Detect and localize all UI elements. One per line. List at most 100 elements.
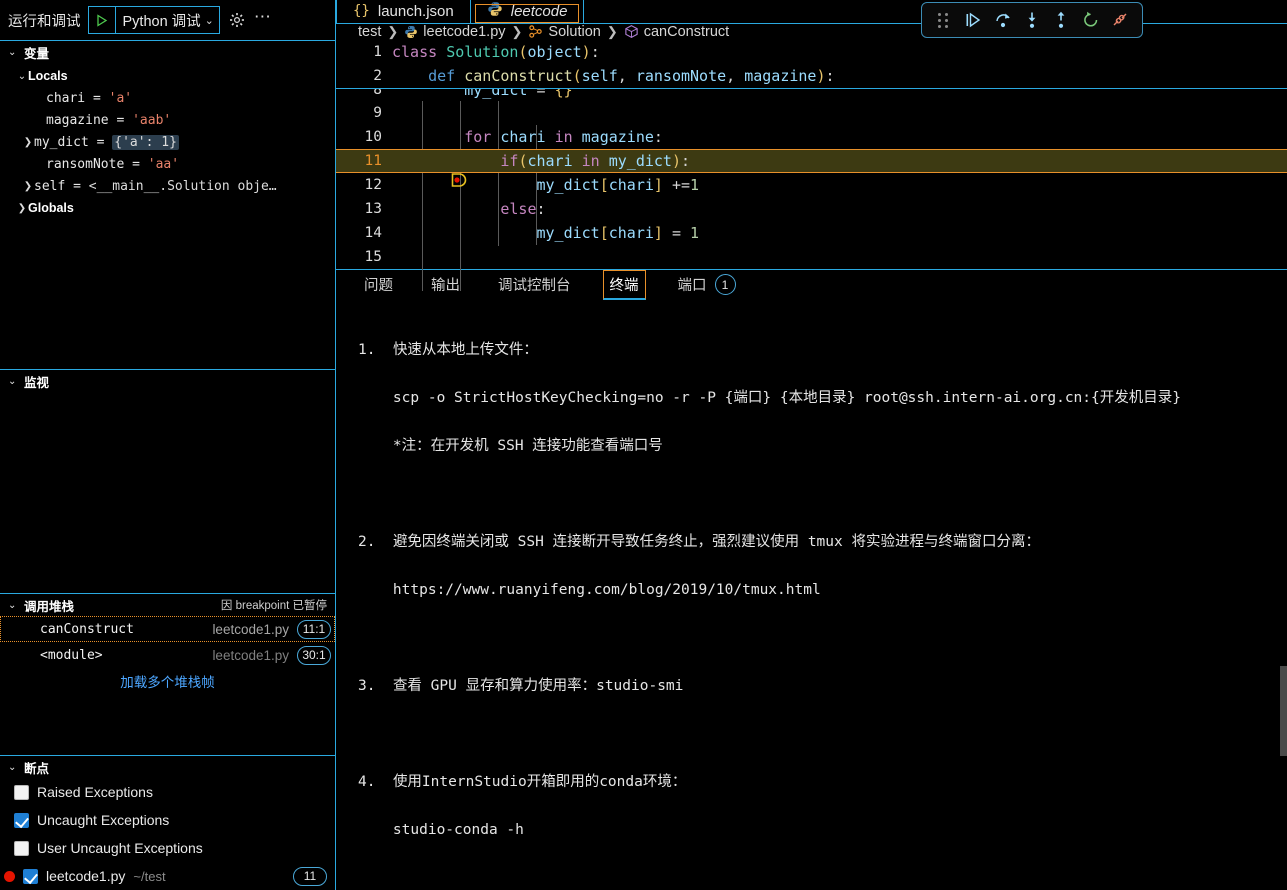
chevron-right-icon: ❯ — [511, 23, 523, 39]
callstack-frame[interactable]: <module> leetcode1.py 30:1 — [0, 642, 335, 668]
panel-tab-label: 终端 — [609, 277, 639, 294]
launch-configuration-label[interactable]: Python 调试 — [116, 10, 205, 31]
chevron-right-icon[interactable]: ❯ — [22, 181, 34, 192]
code-line[interactable]: 2 def canConstruct(self, ransomNote, mag… — [336, 64, 1287, 88]
breadcrumb-item-folder[interactable]: test — [358, 24, 381, 40]
code-line[interactable]: 10 for chari in magazine: — [336, 125, 1287, 149]
debug-toolbar[interactable] — [921, 2, 1143, 38]
line-content: if(chari in my_dict): — [500, 151, 691, 170]
chevron-down-icon[interactable]: ⌄ — [8, 762, 18, 773]
panel-tab-problems[interactable]: 问题 — [358, 270, 399, 299]
watch-list[interactable] — [0, 392, 335, 547]
breakpoints-section-header[interactable]: ⌄ 断点 — [0, 756, 335, 778]
breadcrumb-item-class[interactable]: Solution — [528, 24, 601, 40]
variable-name: chari — [46, 90, 86, 106]
chevron-down-icon[interactable]: ⌄ — [205, 14, 219, 27]
disconnect-button[interactable] — [1107, 6, 1134, 34]
checkbox[interactable] — [23, 868, 38, 884]
variable-row[interactable]: ❯ my_dict = {'a': 1} — [0, 131, 335, 153]
terminal-line: https://www.ruanyifeng.com/blog/2019/10/… — [392, 581, 821, 598]
tab-leetcode[interactable]: leetcode — [471, 0, 585, 23]
breakpoint-item-uncaught-exceptions[interactable]: Uncaught Exceptions — [0, 806, 335, 834]
checkbox[interactable] — [14, 840, 29, 856]
checkbox[interactable] — [14, 812, 29, 828]
breakpoint-label: Raised Exceptions — [37, 784, 153, 800]
ports-badge: 1 — [714, 274, 736, 296]
python-icon — [404, 25, 418, 39]
breakpoint-item-file[interactable]: leetcode1.py ~/test 11 — [0, 862, 335, 890]
ellipsis-icon[interactable]: ⋯ — [254, 7, 272, 33]
chevron-down-icon[interactable]: ⌄ — [8, 47, 18, 58]
variable-name: self — [34, 178, 66, 194]
step-over-button[interactable] — [989, 6, 1016, 34]
step-out-button[interactable] — [1048, 6, 1075, 34]
breakpoint-line-badge: 11 — [293, 866, 327, 886]
tab-label: launch.json — [377, 2, 454, 20]
code-line[interactable]: 13 else: — [336, 197, 1287, 221]
chevron-right-icon[interactable]: ❯ — [22, 137, 34, 148]
chevron-right-icon: ❯ — [606, 23, 618, 39]
terminal-line: studio-conda -h — [392, 821, 524, 838]
editor-scrollbar[interactable] — [1280, 46, 1287, 890]
load-more-stack-frames-link[interactable]: 加载多个堆栈帧 — [0, 668, 335, 691]
variable-row[interactable]: chari = 'a' — [0, 87, 335, 109]
clipped-code-line: 8 my_dict = {} — [336, 89, 1287, 101]
code-lines[interactable]: 9 10 for chari in magazine: 11 if(chari … — [336, 100, 1287, 291]
breakpoint-arrow-icon[interactable] — [342, 153, 467, 187]
variable-row[interactable]: ransomNote = 'aa' — [0, 153, 335, 175]
breadcrumb: test ❯ leetcode1.py ❯ Solution ❯ canCons… — [336, 24, 1287, 40]
breakpoint-path: ~/test — [133, 868, 166, 884]
chevron-down-icon[interactable]: ⌄ — [16, 71, 28, 82]
breakpoint-label: User Uncaught Exceptions — [37, 840, 203, 856]
step-into-button[interactable] — [1018, 6, 1045, 34]
code-line[interactable]: 15 — [336, 245, 1287, 269]
breadcrumb-item-method[interactable]: canConstruct — [624, 24, 729, 40]
drag-handle[interactable] — [930, 6, 957, 34]
continue-button[interactable] — [959, 6, 986, 34]
code-line[interactable]: 1 class Solution(object): — [336, 40, 1287, 64]
code-line[interactable]: 12 my_dict[chari] +=1 — [336, 173, 1287, 197]
launch-configuration-select[interactable]: Python 调试 ⌄ — [87, 6, 220, 34]
scrollbar-thumb[interactable] — [1280, 666, 1287, 756]
variable-value[interactable]: {'a': 1} — [112, 134, 179, 150]
callstack-section: ⌄ 调用堆栈 因 breakpoint 已暂停 canConstruct lee… — [0, 593, 335, 755]
terminal-output[interactable]: 1. 快速从本地上传文件： scp -o StrictHostKeyChecki… — [336, 300, 1287, 890]
panel-tab-debug-console[interactable]: 调试控制台 — [492, 270, 577, 299]
checkbox[interactable] — [14, 784, 29, 800]
variable-row[interactable]: magazine = 'aab' — [0, 109, 335, 131]
breakpoint-item-raised-exceptions[interactable]: Raised Exceptions — [0, 778, 335, 806]
tab-launch-json[interactable]: {} launch.json — [336, 0, 471, 23]
restart-button[interactable] — [1077, 6, 1104, 34]
variables-scope-globals[interactable]: ❯ Globals — [0, 197, 335, 219]
callstack-frame[interactable]: canConstruct leetcode1.py 11:1 — [0, 616, 335, 642]
class-icon — [528, 24, 543, 39]
variables-scope-locals[interactable]: ⌄ Locals — [0, 65, 335, 87]
code-line[interactable]: 9 — [336, 101, 1287, 125]
watch-section-header[interactable]: ⌄ 监视 — [0, 370, 335, 392]
chevron-down-icon[interactable]: ⌄ — [8, 376, 18, 387]
line-number: 12 — [364, 176, 382, 193]
terminal-line: 3. 查看 GPU 显存和算力使用率：studio-smi — [358, 677, 684, 694]
code-line[interactable]: 14 my_dict[chari] = 1 — [336, 221, 1287, 245]
run-and-debug-header: 运行和调试 Python 调试 ⌄ ⋯ — [0, 0, 335, 40]
chevron-down-icon[interactable]: ⌄ — [8, 600, 18, 611]
code-line-current[interactable]: 11 if(chari in my_dict): — [336, 148, 1287, 187]
panel-tab-output[interactable]: 输出 — [425, 270, 466, 299]
variable-row[interactable]: ❯ self = <__main__.Solution obje… — [0, 175, 335, 197]
gear-icon[interactable] — [227, 12, 247, 28]
variables-section-header[interactable]: ⌄ 变量 — [0, 41, 335, 63]
chevron-right-icon[interactable]: ❯ — [16, 203, 28, 214]
start-debugging-icon[interactable] — [89, 7, 116, 33]
line-content: class Solution(object): — [392, 42, 600, 61]
terminal-line: 4. 使用InternStudio开箱即用的conda环境： — [358, 773, 687, 790]
panel-tab-label: 输出 — [431, 278, 460, 295]
breakpoint-item-user-uncaught-exceptions[interactable]: User Uncaught Exceptions — [0, 834, 335, 862]
breadcrumb-item-file[interactable]: leetcode1.py — [404, 24, 506, 40]
variable-name: my_dict — [34, 134, 89, 150]
panel-tab-ports[interactable]: 端口 1 — [672, 270, 742, 299]
callstack-section-title: 调用堆栈 — [24, 599, 75, 614]
code-editor[interactable]: 1 class Solution(object): 2 def canConst… — [336, 39, 1287, 291]
panel-tab-terminal[interactable]: 终端 — [602, 269, 646, 300]
callstack-section-header[interactable]: ⌄ 调用堆栈 因 breakpoint 已暂停 — [0, 594, 335, 616]
